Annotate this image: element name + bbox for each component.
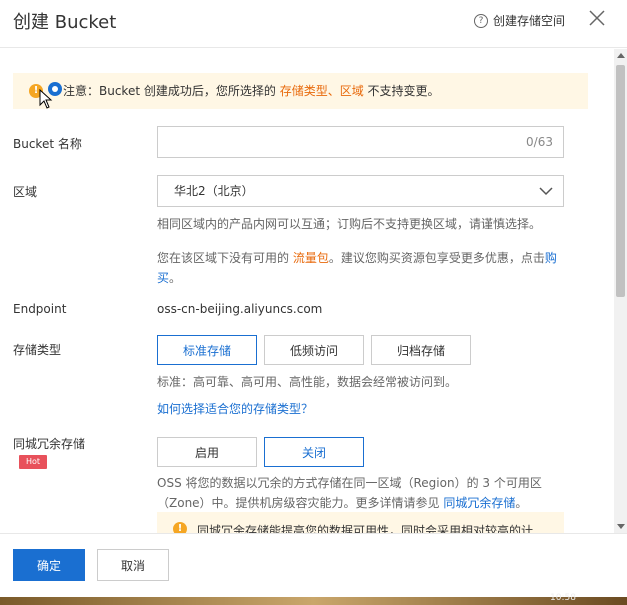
redundancy-help-link[interactable]: 同城冗余存储: [443, 496, 515, 510]
warning-icon: !: [173, 522, 187, 533]
redundancy-warning-box: ! 同城冗余存储能提高您的数据可用性，同时会采用相对较高的计: [157, 512, 564, 533]
hot-badge: Hot: [19, 455, 47, 469]
dialog-header: 创建 Bucket ? 创建存储空间: [0, 0, 627, 48]
bucket-name-input[interactable]: 0/63: [157, 126, 564, 158]
taskbar-strip: 10:58: [0, 593, 627, 605]
traffic-package-link[interactable]: 流量包: [293, 251, 329, 265]
help-link-label: 创建存储空间: [493, 14, 566, 28]
storage-type-help-link[interactable]: 如何选择适合您的存储类型？: [157, 399, 313, 419]
redundancy-desc-line2: （Zone）中。提供机房级容灾能力。更多详情请参见 同城冗余存储。: [157, 496, 528, 510]
traffic-package-hint: 您在该区域下没有可用的 流量包。建议您购买资源包享受更多优惠，点击购买。: [157, 251, 557, 285]
redundancy-desc-line1: OSS 将您的数据以冗余的方式存储在同一区域（Region）的 3 个可用区: [157, 476, 542, 490]
create-bucket-help-link[interactable]: ? 创建存储空间: [474, 12, 565, 29]
notice-text: 注意：Bucket 创建成功后，您所选择的 存储类型、区域 不支持变更。: [63, 84, 440, 98]
confirm-button[interactable]: 确定: [13, 549, 85, 581]
notice-storage-type-link[interactable]: 存储类型: [280, 84, 328, 98]
notice-banner: ! 注意：Bucket 创建成功后，您所选择的 存储类型、区域 不支持变更。: [13, 73, 588, 109]
chevron-down-icon: [539, 187, 553, 196]
endpoint-value: oss-cn-beijing.aliyuncs.com: [157, 302, 323, 316]
dialog-title: 创建 Bucket: [13, 12, 117, 33]
storage-option-archive[interactable]: 归档存储: [371, 335, 471, 365]
mouse-cursor-icon: [39, 89, 53, 109]
close-icon[interactable]: [587, 8, 607, 28]
redundancy-warning-text: 同城冗余存储能提高您的数据可用性，同时会采用相对较高的计: [197, 524, 534, 533]
region-selected-value: 华北2（北京）: [174, 184, 254, 198]
scroll-up-icon[interactable]: [617, 53, 625, 58]
redundancy-label: 同城冗余存储: [13, 437, 86, 451]
bucket-name-label: Bucket 名称: [13, 137, 82, 151]
notice-region-link[interactable]: 区域: [340, 84, 364, 98]
endpoint-label: Endpoint: [13, 302, 67, 316]
cancel-button[interactable]: 取消: [97, 549, 169, 581]
redundancy-option-disable[interactable]: 关闭: [264, 437, 364, 467]
region-hint: 相同区域内的产品内网可以互通；订购后不支持更换区域，请谨慎选择。: [157, 217, 542, 231]
region-label: 区域: [13, 185, 38, 199]
region-select[interactable]: 华北2（北京）: [157, 175, 564, 207]
storage-type-desc: 标准：高可靠、高可用、高性能，数据会经常被访问到。: [157, 375, 458, 389]
dialog-content: ! 注意：Bucket 创建成功后，您所选择的 存储类型、区域 不支持变更。 B…: [0, 49, 614, 533]
storage-option-standard[interactable]: 标准存储: [157, 335, 257, 365]
scroll-down-icon[interactable]: [617, 524, 625, 529]
storage-type-label: 存储类型: [13, 343, 62, 357]
dialog-footer: 确定 取消: [0, 533, 627, 597]
storage-option-infrequent[interactable]: 低频访问: [264, 335, 364, 365]
bucket-name-counter: 0/63: [526, 135, 553, 149]
content-scrollbar[interactable]: [614, 49, 627, 533]
scroll-thumb[interactable]: [616, 65, 625, 297]
taskbar-clock: 10:58: [550, 593, 576, 603]
redundancy-option-enable[interactable]: 启用: [157, 437, 257, 467]
question-circle-icon: ?: [474, 13, 488, 28]
